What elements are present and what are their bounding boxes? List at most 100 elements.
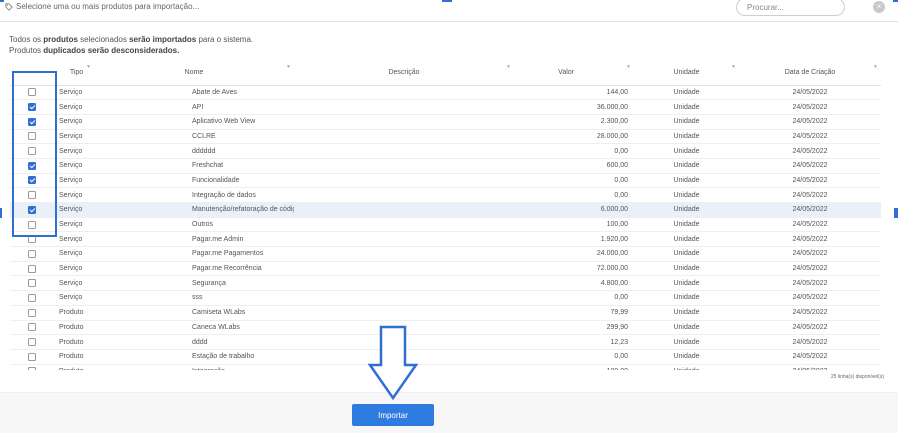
table-row[interactable]: ProdutoIntegração 100,00Unidade24/05/2022 bbox=[10, 364, 881, 370]
products-table-container[interactable]: Tipo ▼ Nome ▼ Descrição ▼ Valor ▼ Unidade ▼ D… bbox=[10, 60, 881, 370]
column-header-valor[interactable]: Valor ▼ bbox=[514, 60, 634, 86]
table-row[interactable]: Serviço Abate de Aves 144,00 Unidade 24/05/2… bbox=[10, 85, 881, 101]
row-checkbox[interactable] bbox=[28, 249, 36, 258]
sort-icon[interactable]: ▼ bbox=[873, 64, 878, 70]
row-checkbox[interactable] bbox=[28, 279, 36, 288]
cell-unidade: Unidade bbox=[634, 173, 739, 189]
sort-icon[interactable]: ▼ bbox=[86, 64, 91, 70]
cell-valor: 299,90 bbox=[514, 320, 634, 336]
cell-nome: CCLRE bbox=[94, 129, 294, 145]
search-input[interactable] bbox=[737, 0, 844, 15]
edge-mark-top-left bbox=[0, 0, 4, 2]
column-header-unidade[interactable]: Unidade ▼ bbox=[634, 60, 739, 86]
table-body: Serviço Abate de Aves 144,00 Unidade 24/05/2… bbox=[10, 85, 881, 370]
cell-descricao bbox=[294, 217, 514, 233]
cell-valor: 0,00 bbox=[514, 173, 634, 189]
table-row[interactable]: Serviço Segurança 4.800,00 Unidade 24/05/202… bbox=[10, 275, 881, 292]
table-row[interactable]: Serviço dddddd 0,00 Unidade 24/05/2022 bbox=[10, 143, 881, 159]
cell-nome: API bbox=[94, 99, 294, 115]
table-row[interactable]: Serviço API 36.000,00 Unidade 24/05/2022 bbox=[10, 99, 881, 115]
table-row[interactable]: Serviço Aplicativo Web View 2.300,00 Unidad… bbox=[10, 114, 881, 130]
cell-data: 24/05/2022 bbox=[739, 275, 881, 292]
row-checkbox[interactable] bbox=[28, 352, 36, 361]
cell-valor: 36.000,00 bbox=[514, 99, 634, 115]
row-checkbox[interactable] bbox=[28, 308, 36, 317]
row-checkbox-cell[interactable] bbox=[10, 349, 54, 365]
table-row[interactable]: Serviço CCLRE 28.000,00 Unidade 24/05/2022 bbox=[10, 129, 881, 145]
cell-valor: 24.000,00 bbox=[514, 246, 634, 262]
row-checkbox-cell[interactable] bbox=[10, 320, 54, 336]
column-header-data[interactable]: Data de Criação ▼ bbox=[739, 60, 881, 86]
table-row[interactable]: Serviço Freshchat 600,00 Unidade 24/05/2022 bbox=[10, 158, 881, 174]
table-row[interactable]: Serviço Pagar.me Pagamentos 24.000,00 Unida… bbox=[10, 246, 881, 262]
column-header-tipo[interactable]: Tipo ▼ bbox=[54, 60, 94, 86]
row-checkbox[interactable] bbox=[28, 264, 36, 273]
info-text: Todos os produtos selecionados serão imp… bbox=[9, 35, 253, 56]
row-checkbox-cell[interactable] bbox=[10, 305, 54, 321]
table-row[interactable]: Serviço Funcionalidade 0,00 Unidade 24/05/20… bbox=[10, 173, 881, 189]
close-button[interactable]: × bbox=[873, 1, 885, 13]
cell-unidade: Unidade bbox=[634, 99, 739, 115]
sort-icon[interactable]: ▼ bbox=[626, 64, 631, 70]
row-checkbox[interactable] bbox=[28, 367, 36, 370]
cell-valor: 144,00 bbox=[514, 85, 634, 101]
row-checkbox-cell[interactable] bbox=[10, 334, 54, 350]
table-row[interactable]: Serviço Outros 100,00 Unidade 24/05/2022 bbox=[10, 217, 881, 233]
cell-nome: Integração bbox=[94, 364, 294, 370]
cell-data: 24/05/2022 bbox=[739, 231, 881, 248]
cell-data: 24/05/2022 bbox=[739, 320, 881, 336]
cell-tipo: Serviço bbox=[54, 261, 94, 277]
cell-valor: 600,00 bbox=[514, 158, 634, 174]
import-button[interactable]: Importar bbox=[352, 404, 434, 426]
edge-mark-top-right bbox=[893, 0, 898, 2]
cell-descricao bbox=[294, 261, 514, 277]
table-row[interactable]: Produto Camiseta WLabs 79,99 Unidade 24/05/2… bbox=[10, 305, 881, 321]
cell-nome: Outros bbox=[94, 217, 294, 233]
row-checkbox[interactable] bbox=[28, 338, 36, 347]
sort-icon[interactable]: ▼ bbox=[286, 64, 291, 70]
annotation-arrow-down-icon bbox=[368, 325, 418, 400]
column-header-descricao[interactable]: Descrição ▼ bbox=[294, 60, 514, 86]
table-row[interactable]: Produto Caneca WLabs 299,90 Unidade 24/05/20… bbox=[10, 320, 881, 336]
sort-icon[interactable]: ▼ bbox=[731, 64, 736, 70]
table-row[interactable]: Serviço Pagar.me Admin 1.920,00 Unidade 24/0… bbox=[10, 231, 881, 248]
row-checkbox[interactable] bbox=[28, 323, 36, 332]
dialog-title: Selecione uma ou mais produtos para impo… bbox=[5, 2, 199, 11]
cell-descricao bbox=[294, 143, 514, 159]
cell-tipo: Serviço bbox=[54, 202, 94, 218]
cell-unidade: Unidade bbox=[634, 320, 739, 336]
row-checkbox[interactable] bbox=[28, 293, 36, 302]
table-row[interactable]: ServiçoManutenção/refatoração de código … bbox=[10, 202, 881, 218]
cell-tipo: Serviço bbox=[54, 129, 94, 145]
cell-tipo: Serviço bbox=[54, 217, 94, 233]
cell-unidade: Unidade bbox=[634, 334, 739, 350]
cell-unidade: Unidade bbox=[634, 143, 739, 159]
row-checkbox-cell[interactable] bbox=[10, 364, 54, 370]
cell-nome: dddd bbox=[94, 334, 294, 350]
row-checkbox-cell[interactable] bbox=[10, 261, 54, 277]
row-checkbox-cell[interactable] bbox=[10, 275, 54, 292]
cell-data: 24/05/2022 bbox=[739, 99, 881, 115]
cell-descricao bbox=[294, 231, 514, 248]
cell-descricao bbox=[294, 114, 514, 130]
cell-data: 24/05/2022 bbox=[739, 173, 881, 189]
table-row[interactable]: Serviço Integração de dados 0,00 Unidade 24/… bbox=[10, 187, 881, 203]
table-row[interactable]: Serviço Pagar.me Recorrência 72.000,00 Unid… bbox=[10, 261, 881, 277]
row-checkbox-cell[interactable] bbox=[10, 246, 54, 262]
cell-descricao bbox=[294, 85, 514, 101]
column-header-nome[interactable]: Nome ▼ bbox=[94, 60, 294, 86]
table-row[interactable]: Produto dddd 12,23 Unidade 24/05/2022 bbox=[10, 334, 881, 350]
dialog-title-text: Selecione uma ou mais produtos para impo… bbox=[16, 2, 200, 11]
cell-tipo: Produto bbox=[54, 349, 94, 365]
rows-available-count: 25 linha(s) disponível(s) bbox=[830, 374, 884, 380]
close-icon: × bbox=[876, 2, 882, 11]
cell-tipo: Serviço bbox=[54, 246, 94, 262]
table-row[interactable]: Serviço sss 0,00 Unidade 24/05/2022 bbox=[10, 290, 881, 306]
sort-icon[interactable]: ▼ bbox=[506, 64, 511, 70]
cell-tipo: Serviço bbox=[54, 143, 94, 159]
search-box[interactable] bbox=[736, 0, 845, 16]
cell-nome: Freshchat bbox=[94, 158, 294, 174]
cell-data: 24/05/2022 bbox=[739, 261, 881, 277]
row-checkbox-cell[interactable] bbox=[10, 290, 54, 306]
table-row[interactable]: Produto Estação de trabalho 0,00 Unidade 24/… bbox=[10, 349, 881, 365]
